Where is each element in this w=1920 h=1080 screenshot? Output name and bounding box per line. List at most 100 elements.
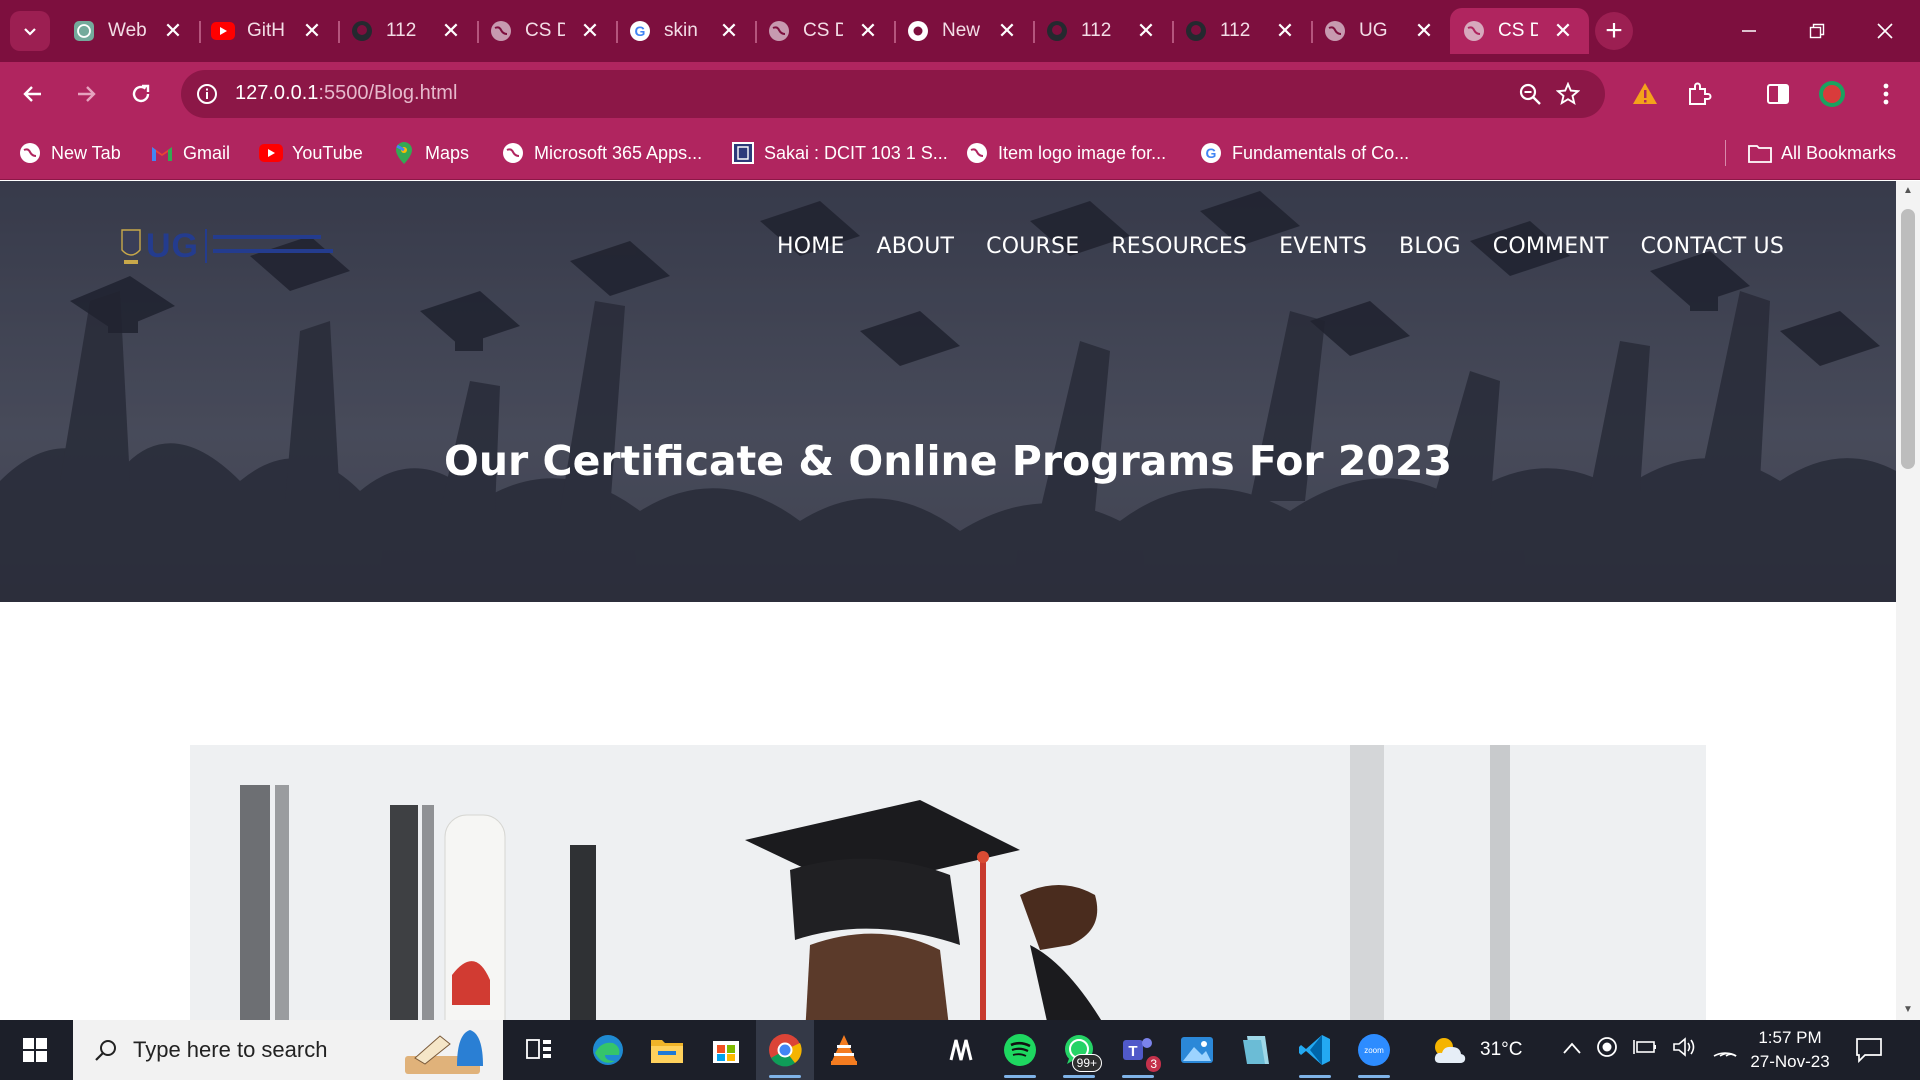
close-icon[interactable]: ✕: [1271, 17, 1299, 45]
bookmark-sakai[interactable]: Sakai : DCIT 103 1 S...: [731, 138, 948, 168]
tab[interactable]: CS D ✕: [755, 8, 894, 54]
tab[interactable]: CS D ✕: [477, 8, 616, 54]
nav-contact-us[interactable]: CONTACT US: [1641, 234, 1784, 259]
taskbar-app-edge[interactable]: [579, 1020, 637, 1080]
forward-button[interactable]: [66, 74, 106, 114]
whatsapp-badge: 99+: [1071, 1054, 1102, 1072]
page-scrollbar[interactable]: ▲ ▼: [1896, 181, 1920, 1020]
bookmark-star-icon[interactable]: [1553, 79, 1583, 109]
taskbar-app-mathpix[interactable]: [932, 1020, 990, 1080]
bookmark-gmail[interactable]: Gmail: [150, 138, 230, 168]
close-icon[interactable]: ✕: [159, 17, 187, 45]
close-window-button[interactable]: [1868, 14, 1902, 48]
record-icon[interactable]: [1596, 1036, 1618, 1064]
taskbar-app-spotify[interactable]: [991, 1020, 1049, 1080]
tab[interactable]: 112 ✕: [338, 8, 477, 54]
info-icon[interactable]: [191, 78, 223, 110]
close-icon[interactable]: ✕: [715, 17, 743, 45]
tab[interactable]: 112 ✕: [1033, 8, 1172, 54]
taskbar-app-file-explorer[interactable]: [638, 1020, 696, 1080]
arrow-right-icon: [78, 86, 96, 102]
close-icon[interactable]: ✕: [1410, 17, 1438, 45]
globe-icon: [1462, 19, 1486, 43]
taskbar-app-vlc[interactable]: [815, 1020, 873, 1080]
tab-search-button[interactable]: [10, 11, 50, 51]
system-tray: [1562, 1020, 1738, 1080]
taskbar-app-chrome[interactable]: [756, 1020, 814, 1080]
tab-strip: Web ✕ GitH ✕ 112 ✕ CS D ✕ G skin ✕ CS D …: [0, 0, 1920, 62]
side-panel-icon[interactable]: [1760, 76, 1796, 112]
close-icon[interactable]: ✕: [993, 17, 1021, 45]
start-button[interactable]: [0, 1020, 70, 1080]
bookmark-maps[interactable]: Maps: [392, 138, 469, 168]
taskbar-app-teams[interactable]: T 3: [1109, 1020, 1167, 1080]
close-icon[interactable]: ✕: [1132, 17, 1160, 45]
tab-list: Web ✕ GitH ✕ 112 ✕ CS D ✕ G skin ✕ CS D …: [60, 8, 1589, 54]
tab-active[interactable]: CS D ✕: [1450, 8, 1589, 54]
weather-widget[interactable]: 31°C: [1430, 1020, 1522, 1080]
taskbar-app-notepad[interactable]: [1227, 1020, 1285, 1080]
youtube-icon: [259, 141, 283, 165]
new-tab-button[interactable]: +: [1595, 12, 1633, 50]
volume-icon[interactable]: [1672, 1036, 1698, 1064]
close-icon[interactable]: ✕: [576, 17, 604, 45]
extensions-puzzle-icon[interactable]: [1681, 76, 1717, 112]
tab[interactable]: GitH ✕: [199, 8, 338, 54]
nav-course[interactable]: COURSE: [986, 234, 1079, 259]
globe-icon: [501, 141, 525, 165]
chevron-up-icon[interactable]: [1562, 1039, 1582, 1061]
bookmark-fundamentals[interactable]: G Fundamentals of Co...: [1199, 138, 1409, 168]
bookmark-new-tab[interactable]: New Tab: [18, 138, 121, 168]
bookmark-youtube[interactable]: YouTube: [259, 138, 363, 168]
close-icon[interactable]: ✕: [437, 17, 465, 45]
tab[interactable]: Web ✕: [60, 8, 199, 54]
taskbar-app-vscode[interactable]: [1286, 1020, 1344, 1080]
github-icon: [1045, 19, 1069, 43]
nav-comment[interactable]: COMMENT: [1493, 234, 1609, 259]
reload-button[interactable]: [121, 74, 161, 114]
nav-blog[interactable]: BLOG: [1399, 234, 1461, 259]
taskbar-app-microsoft-store[interactable]: [697, 1020, 755, 1080]
tab[interactable]: 112 ✕: [1172, 8, 1311, 54]
minimize-button[interactable]: [1732, 14, 1766, 48]
url-text[interactable]: 127.0.0.1:5500/Blog.html: [235, 82, 457, 105]
site-logo[interactable]: UG: [120, 226, 333, 266]
all-bookmarks-button[interactable]: All Bookmarks: [1748, 138, 1896, 168]
taskbar-clock[interactable]: 1:57 PM 27-Nov-23: [1730, 1026, 1850, 1074]
tab[interactable]: New ✕: [894, 8, 1033, 54]
scroll-down-icon[interactable]: ▼: [1902, 1004, 1914, 1016]
back-button[interactable]: [13, 74, 53, 114]
tab-title: New: [942, 20, 981, 41]
nav-events[interactable]: EVENTS: [1279, 234, 1367, 259]
bookmark-microsoft-365[interactable]: Microsoft 365 Apps...: [501, 138, 702, 168]
zoom-icon[interactable]: [1515, 79, 1545, 109]
close-icon[interactable]: ✕: [298, 17, 326, 45]
task-view-button[interactable]: [510, 1020, 568, 1080]
battery-icon[interactable]: [1632, 1037, 1658, 1063]
close-icon[interactable]: ✕: [1549, 17, 1577, 45]
taskbar-search-box[interactable]: Type here to search: [73, 1020, 503, 1080]
minimize-icon: [1742, 30, 1756, 32]
close-icon[interactable]: ✕: [854, 17, 882, 45]
profile-avatar[interactable]: [1814, 76, 1850, 112]
restore-button[interactable]: [1800, 14, 1834, 48]
address-bar[interactable]: 127.0.0.1:5500/Blog.html: [181, 70, 1605, 118]
nav-about[interactable]: ABOUT: [877, 234, 955, 259]
notifications-button[interactable]: [1855, 1020, 1883, 1080]
taskbar-app-whatsapp[interactable]: 99+: [1050, 1020, 1108, 1080]
tab[interactable]: G skin ✕: [616, 8, 755, 54]
extension-alert-icon[interactable]: [1627, 76, 1663, 112]
globe-icon: [1323, 19, 1347, 43]
tab-title: GitH: [247, 20, 285, 41]
nav-resources[interactable]: RESOURCES: [1111, 234, 1247, 259]
bookmark-item-logo[interactable]: Item logo image for...: [965, 138, 1166, 168]
taskbar-app-photos[interactable]: [1168, 1020, 1226, 1080]
scroll-up-icon[interactable]: ▲: [1902, 185, 1914, 197]
tab[interactable]: UG ✕: [1311, 8, 1450, 54]
bookmarks-divider: [1725, 140, 1726, 166]
taskbar-app-zoom[interactable]: zoom: [1345, 1020, 1403, 1080]
nav-home[interactable]: HOME: [777, 234, 845, 259]
menu-kebab-icon[interactable]: [1868, 76, 1904, 112]
scrollbar-thumb[interactable]: [1901, 209, 1915, 469]
folder-icon: [1748, 141, 1772, 165]
